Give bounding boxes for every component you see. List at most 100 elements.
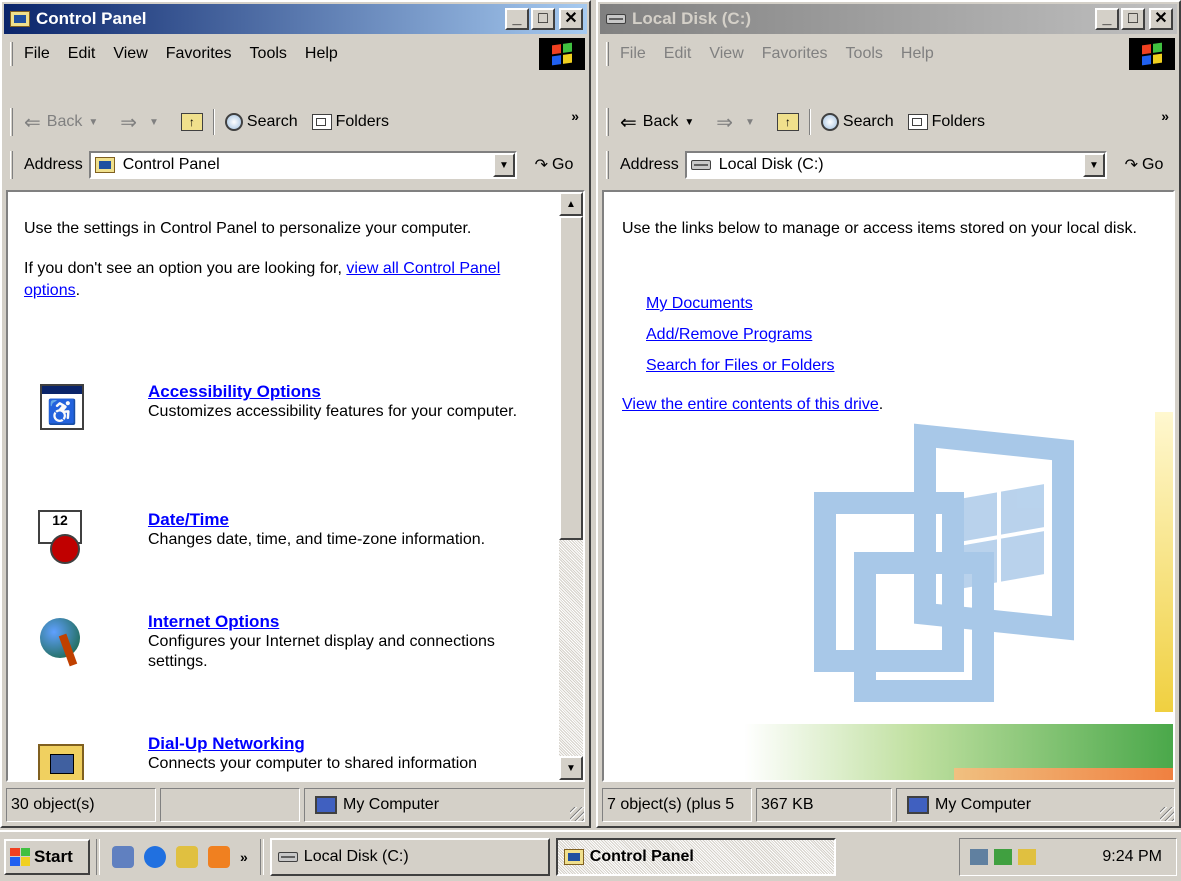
scroll-thumb[interactable] xyxy=(559,216,583,540)
title-bar[interactable]: Local Disk (C:) _ □ ✕ xyxy=(600,4,1177,34)
clock-icon[interactable]: 12 xyxy=(24,510,84,564)
maximize-button[interactable]: □ xyxy=(531,8,555,30)
address-label: Address xyxy=(24,156,83,173)
folders-button[interactable]: Folders xyxy=(311,113,389,131)
address-field[interactable]: Local Disk (C:) ▼ xyxy=(684,151,1107,179)
toolbar-grip[interactable] xyxy=(606,42,609,66)
resize-grip[interactable] xyxy=(570,807,584,821)
show-desktop-icon[interactable] xyxy=(112,845,134,868)
back-button[interactable]: ⇐ Back ▼ xyxy=(24,110,106,135)
minimize-button[interactable]: _ xyxy=(505,8,529,30)
search-button[interactable]: Search xyxy=(224,113,298,131)
cp-item-desc: Configures your Internet display and con… xyxy=(148,633,495,670)
menu-view[interactable]: View xyxy=(113,45,147,63)
go-button[interactable]: ↷ Go xyxy=(523,155,585,175)
forward-button[interactable]: ⇒ ▼ xyxy=(120,110,167,135)
cp-item-name[interactable]: Dial-Up Networking xyxy=(148,734,477,754)
up-folder-icon[interactable]: ↑ xyxy=(776,113,799,131)
close-button[interactable]: ✕ xyxy=(1149,8,1173,30)
search-label: Search xyxy=(246,113,298,130)
address-dropdown-button[interactable]: ▼ xyxy=(493,153,515,177)
forward-button[interactable]: ⇒ ▼ xyxy=(716,110,763,135)
address-dropdown-button[interactable]: ▼ xyxy=(1083,153,1105,177)
dialup-icon[interactable] xyxy=(994,848,1012,865)
folders-label: Folders xyxy=(335,113,389,130)
toolbar-grip[interactable] xyxy=(606,108,609,136)
menu-help[interactable]: Help xyxy=(305,45,338,63)
menu-file[interactable]: File xyxy=(620,45,646,63)
toolbar-overflow-chevron[interactable]: » xyxy=(571,108,579,124)
back-arrow-icon: ⇐ xyxy=(620,111,637,134)
chevron-down-icon: ▼ xyxy=(88,116,99,128)
close-button[interactable]: ✕ xyxy=(559,8,583,30)
cp-item-name[interactable]: Date/Time xyxy=(148,510,485,530)
title-bar[interactable]: Control Panel _ □ ✕ xyxy=(4,4,587,34)
task-button-local-disk[interactable]: Local Disk (C:) xyxy=(269,837,550,876)
media-player-icon[interactable] xyxy=(208,845,230,868)
quick-launch-overflow-chevron[interactable]: » xyxy=(240,849,248,865)
separator xyxy=(96,838,100,875)
resize-grip[interactable] xyxy=(1160,807,1174,821)
toolbar-overflow-chevron[interactable]: » xyxy=(1161,108,1169,124)
menu-file[interactable]: File xyxy=(24,45,50,63)
status-empty-panel xyxy=(160,788,300,822)
cp-item-datetime[interactable]: 12 Date/Time Changes date, time, and tim… xyxy=(24,510,544,564)
cp-item-dialup[interactable]: Dial-Up Networking Connects your compute… xyxy=(24,734,544,780)
go-arrow-icon: ↷ xyxy=(534,157,549,174)
task-button-control-panel[interactable]: Control Panel xyxy=(555,837,836,876)
menu-tools[interactable]: Tools xyxy=(250,45,287,63)
intro-paragraph-2: If you don't see an option you are looki… xyxy=(24,258,514,302)
folders-button[interactable]: Folders xyxy=(907,113,985,131)
view-drive-contents-link[interactable]: View the entire contents of this drive xyxy=(622,396,879,413)
status-location: My Computer xyxy=(304,788,585,822)
menu-tools[interactable]: Tools xyxy=(846,45,883,63)
search-button[interactable]: Search xyxy=(820,113,894,131)
outlook-express-icon[interactable] xyxy=(176,845,198,868)
vertical-scrollbar[interactable]: ▲ ▼ xyxy=(559,192,583,780)
menu-edit[interactable]: Edit xyxy=(68,45,96,63)
cp-item-internet[interactable]: Internet Options Configures your Interne… xyxy=(24,612,544,672)
internet-explorer-icon[interactable] xyxy=(144,845,166,868)
toolbar-grip[interactable] xyxy=(10,42,13,66)
cp-item-name[interactable]: Internet Options xyxy=(148,612,544,632)
start-button[interactable]: Start xyxy=(4,838,90,875)
menu-view[interactable]: View xyxy=(709,45,743,63)
toolbar-grip[interactable] xyxy=(10,151,13,179)
add-remove-programs-link[interactable]: Add/Remove Programs xyxy=(646,326,812,343)
toolbar-grip[interactable] xyxy=(10,108,13,136)
cp-item-name[interactable]: Accessibility Options xyxy=(148,382,517,402)
network-folder-icon[interactable] xyxy=(24,734,84,780)
menu-favorites[interactable]: Favorites xyxy=(166,45,232,63)
accessibility-icon[interactable]: ♿ xyxy=(24,382,84,436)
scroll-down-button[interactable]: ▼ xyxy=(559,756,583,780)
network-icon[interactable] xyxy=(970,848,988,865)
search-files-link[interactable]: Search for Files or Folders xyxy=(646,357,835,374)
my-computer-icon xyxy=(907,796,929,814)
menu-help[interactable]: Help xyxy=(901,45,934,63)
menu-edit[interactable]: Edit xyxy=(664,45,692,63)
windows-watermark-graphic xyxy=(814,423,1074,702)
up-folder-icon[interactable]: ↑ xyxy=(180,113,203,131)
search-icon xyxy=(224,113,243,131)
menu-bar: File Edit View Favorites Tools Help xyxy=(602,38,1175,70)
maximize-button[interactable]: □ xyxy=(1121,8,1145,30)
minimize-button[interactable]: _ xyxy=(1095,8,1119,30)
toolbar-grip[interactable] xyxy=(606,151,609,179)
back-button[interactable]: ⇐ Back ▼ xyxy=(620,110,702,135)
intro-suffix: . xyxy=(75,282,81,299)
control-panel-window: Control Panel _ □ ✕ File Edit View Favor… xyxy=(0,0,591,828)
menu-favorites[interactable]: Favorites xyxy=(762,45,828,63)
search-label: Search xyxy=(842,113,894,130)
status-bar: 7 object(s) (plus 5 367 KB My Computer xyxy=(602,788,1175,822)
volume-icon[interactable] xyxy=(1018,848,1036,865)
task-links: My Documents Add/Remove Programs Search … xyxy=(646,288,835,381)
clock[interactable]: 9:24 PM xyxy=(1102,848,1162,866)
internet-globe-icon[interactable] xyxy=(24,612,84,666)
window-title: Local Disk (C:) xyxy=(632,9,752,28)
address-field[interactable]: Control Panel ▼ xyxy=(88,151,517,179)
content-pane: Use the links below to manage or access … xyxy=(602,190,1175,782)
scroll-up-button[interactable]: ▲ xyxy=(559,192,583,216)
cp-item-accessibility[interactable]: ♿ Accessibility Options Customizes acces… xyxy=(24,382,544,436)
my-documents-link[interactable]: My Documents xyxy=(646,295,753,312)
go-button[interactable]: ↷ Go xyxy=(1113,155,1175,175)
